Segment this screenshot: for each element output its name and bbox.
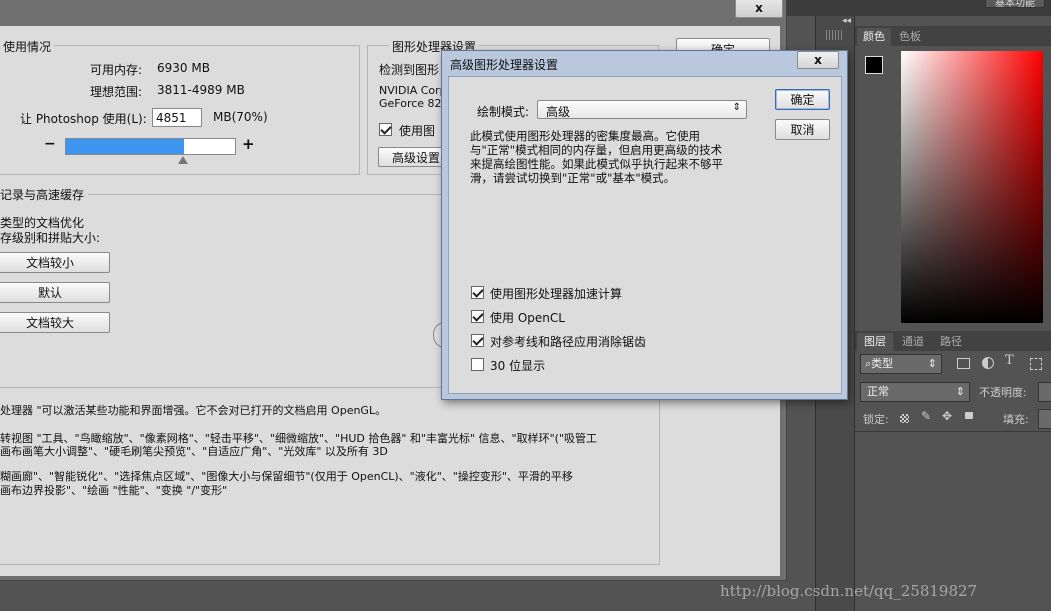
cache-section-title: 记录与高速缓存 — [0, 186, 89, 203]
layer-kind-filter[interactable]: ⌕类型 ⇕ — [860, 354, 942, 374]
use-gpu-label: 使用图 — [399, 124, 436, 138]
lock-label: 锁定: — [863, 413, 889, 426]
memory-slider-track[interactable] — [65, 138, 236, 155]
workspace-switcher[interactable]: 基本功能 — [985, 0, 1045, 9]
thirty-bit-display-checkbox[interactable] — [471, 358, 484, 371]
cache-optimize-line2: 存级别和拼贴大小: — [0, 231, 101, 245]
adjustment-filter-icon[interactable] — [982, 357, 994, 369]
double-chevron-left-icon[interactable]: ◂◂ — [842, 16, 851, 26]
lock-all-icon[interactable] — [965, 412, 973, 419]
memory-slider-fill — [66, 139, 184, 154]
blend-mode-value: 正常 — [867, 385, 889, 398]
tab-paths[interactable]: 路径 — [933, 333, 969, 351]
antialias-guides-label: 对参考线和路径应用消除锯齿 — [490, 335, 647, 349]
preferences-close-button[interactable]: x — [735, 0, 783, 18]
dialog-cancel-button[interactable]: 取消 — [775, 119, 830, 140]
tab-layers[interactable]: 图层 — [857, 333, 893, 351]
available-memory-label: 可用内存: — [90, 63, 143, 77]
gpu-detected-label: 检测到图形 — [379, 63, 440, 77]
tab-color[interactable]: 颜色 — [857, 28, 891, 46]
type-filter-icon[interactable]: T — [1005, 353, 1014, 368]
doc-small-button[interactable]: 文档较小 — [0, 252, 110, 273]
memory-slider-handle[interactable] — [178, 156, 188, 164]
color-field[interactable] — [901, 51, 1043, 323]
draw-mode-select[interactable]: 高级 ⇕ — [537, 100, 747, 119]
dialog-ok-button[interactable]: 确定 — [775, 89, 830, 110]
watermark-text: http://blog.csdn.net/qq_25819827 — [720, 582, 978, 600]
description-line5: 画布边界投影"、"绘画 "性能"、"变换 "/"变形" — [0, 484, 228, 497]
lock-transparent-icon[interactable] — [900, 414, 909, 423]
advanced-settings-label: 高级设置 — [392, 150, 441, 165]
updown-arrow-icon: ⇕ — [927, 357, 937, 370]
doc-default-button[interactable]: 默认 — [0, 282, 110, 303]
antialias-guides-checkbox[interactable] — [471, 334, 484, 347]
memory-use-input[interactable]: 4851 — [152, 108, 202, 127]
opencl-checkbox[interactable] — [471, 310, 484, 323]
ideal-range-label: 理想范围: — [90, 85, 143, 99]
foreground-color-swatch[interactable] — [865, 56, 883, 74]
gpu-card-line2: GeForce 820 — [379, 97, 449, 110]
shape-filter-icon[interactable] — [1030, 358, 1042, 370]
image-filter-icon[interactable] — [957, 358, 970, 369]
close-icon: x — [755, 1, 763, 15]
dialog-title: 高级图形处理器设置 — [450, 58, 559, 72]
mode-desc-line4: 滑，请尝试切换到"正常"或"基本"模式。 — [470, 171, 676, 185]
draw-mode-label: 绘制模式: — [477, 105, 530, 119]
plus-icon[interactable]: + — [242, 135, 255, 153]
use-gpu-checkbox[interactable] — [379, 123, 392, 136]
kind-label: 类型 — [871, 357, 894, 370]
close-icon: x — [814, 53, 822, 67]
tab-channels[interactable]: 通道 — [895, 333, 931, 351]
updown-arrow-icon: ⇕ — [732, 102, 741, 113]
opacity-label: 不透明度: — [979, 386, 1027, 399]
layers-panel: 图层 通道 路径 ⌕类型 ⇕ T 正常 ⇕ 不透明度: 锁定: ✎ ✥ 填充: — [855, 331, 1051, 611]
tab-swatches[interactable]: 色板 — [893, 28, 927, 46]
memory-use-unit: MB(70%) — [213, 110, 268, 124]
memory-usage-title: 使用情况 — [0, 38, 55, 55]
dialog-close-button[interactable]: x — [797, 51, 839, 69]
opacity-field[interactable] — [1038, 382, 1051, 402]
gpu-compute-label: 使用图形处理器加速计算 — [490, 287, 623, 301]
available-memory-value: 6930 MB — [157, 61, 210, 75]
ideal-range-value: 3811-4989 MB — [157, 83, 245, 97]
layers-divider — [855, 431, 1051, 432]
photoshop-memory-label: 让 Photoshop 使用(L): — [20, 112, 147, 126]
fill-label: 填充: — [1003, 413, 1029, 426]
opencl-label: 使用 OpenCL — [490, 311, 565, 325]
minus-icon[interactable]: − — [44, 136, 56, 152]
updown-arrow-icon: ⇕ — [955, 385, 965, 398]
blend-mode-select[interactable]: 正常 ⇕ — [860, 382, 970, 402]
description-line1: 处理器 "可以激活某些功能和界面增强。它不会对已打开的文档启用 OpenGL。 — [0, 404, 387, 417]
grip-icon[interactable] — [826, 30, 844, 40]
thirty-bit-display-label: 30 位显示 — [490, 359, 546, 373]
gpu-card-line1: NVIDIA Corp — [379, 84, 447, 97]
draw-mode-value: 高级 — [546, 105, 571, 119]
lock-brush-icon[interactable]: ✎ — [921, 409, 931, 423]
lock-move-icon[interactable]: ✥ — [942, 409, 952, 423]
color-panel: 颜色 色板 — [855, 26, 1051, 328]
doc-large-button[interactable]: 文档较大 — [0, 312, 110, 333]
description-line3: 画布画笔大小调整"、"硬毛刷笔尖预览"、"自适应广角"、"光效库" 以及所有 3… — [0, 445, 388, 458]
fill-field[interactable] — [1038, 409, 1051, 429]
gpu-compute-checkbox[interactable] — [471, 286, 484, 299]
